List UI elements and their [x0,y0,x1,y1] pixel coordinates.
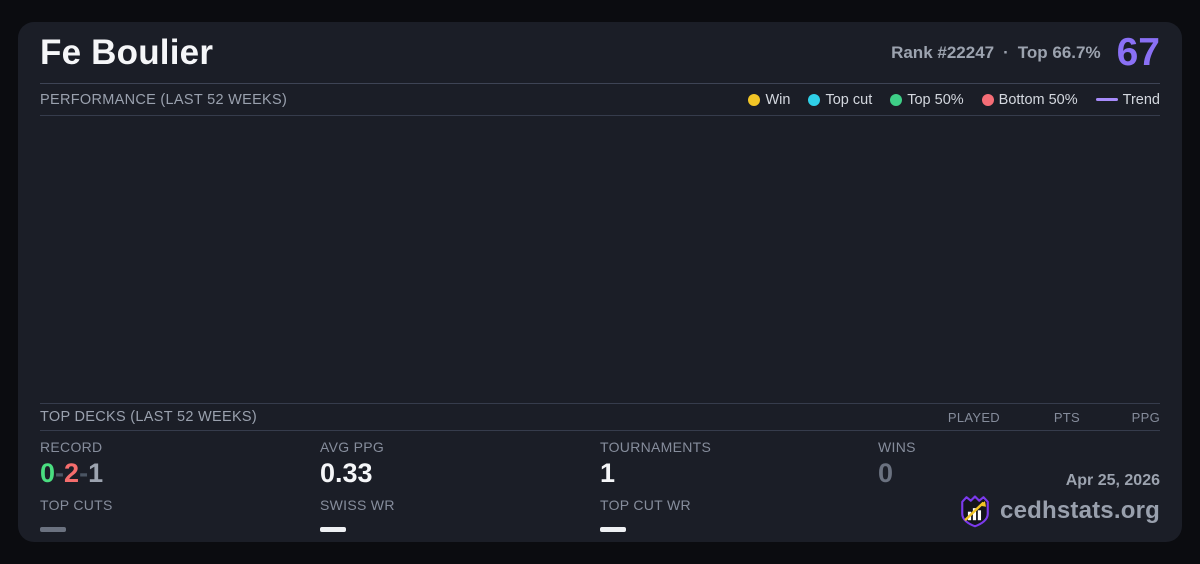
header-rank-area: Rank #22247 · Top 66.7% 67 [891,33,1160,72]
top-50-dot-icon [890,93,903,106]
tournaments-value: 1 [600,458,616,488]
rank-summary: Rank #22247 · Top 66.7% [891,43,1101,63]
brand-name: cedhstats.org [1000,497,1160,524]
stat-label: TOP CUT WR [600,497,691,514]
top-decks-header-row: TOP DECKS (LAST 52 WEEKS) PLAYED PTS PPG [40,404,1160,431]
top-percent: Top 66.7% [1017,42,1101,62]
column-header-pts: PTS [1053,409,1080,425]
stat-label: SWISS WR [320,497,395,514]
player-score: 67 [1116,31,1160,74]
record-value: 0-2-1 [40,458,320,489]
stat-label: RECORD [40,439,103,455]
card-header: Fe Boulier Rank #22247 · Top 66.7% 67 [40,22,1160,84]
record-separator: - [55,458,65,488]
stat-label: WINS [878,439,916,455]
bottom-50-dot-icon [981,93,994,106]
legend-item-win: Win [748,92,790,108]
top-cut-wr-empty-value [600,527,626,533]
legend-label: Trend [1122,91,1160,108]
legend-item-bottom-50: Bottom 50% [981,91,1078,108]
legend-label: Top 50% [907,91,964,108]
stat-label: TOP CUTS [40,497,113,514]
win-dot-icon [748,93,761,106]
page-title: Fe Boulier [40,32,214,72]
avg-ppg-value: 0.33 [320,458,373,488]
player-stats-card: Fe Boulier Rank #22247 · Top 66.7% 67 PE… [18,22,1182,542]
rank-number: Rank #22247 [891,42,995,62]
legend-label: Win [765,91,791,108]
record-losses: 2 [64,458,80,488]
stat-record: RECORD 0-2-1 TOP CUTS [40,439,320,533]
legend-item-trend: Trend [1095,91,1160,108]
legend-label: Top cut [825,91,873,108]
stat-tournaments: TOURNAMENTS 1 TOP CUT WR [600,439,878,533]
top-cuts-empty-value [40,527,66,533]
card-footer: Apr 25, 2026 cedhstats.org [958,472,1160,528]
deck-table-columns: PLAYED PTS PPG [920,410,1160,425]
legend-item-top-50: Top 50% [890,91,964,108]
stat-label: TOURNAMENTS [600,439,712,455]
legend-label: Bottom 50% [998,91,1078,108]
performance-chart-area [40,116,1160,404]
top-decks-section-title: TOP DECKS (LAST 52 WEEKS) [40,409,258,425]
column-header-ppg: PPG [1131,409,1160,425]
top-cut-dot-icon [808,93,821,106]
date-label: Apr 25, 2026 [1065,472,1160,489]
performance-header-row: PERFORMANCE (LAST 52 WEEKS) Win Top cut … [40,84,1160,116]
rank-separator: · [1003,42,1009,62]
record-separator: - [79,458,89,488]
column-header-played: PLAYED [947,409,1000,425]
record-wins: 0 [40,458,56,488]
trend-line-icon [1095,98,1118,101]
stat-label: AVG PPG [320,439,385,455]
stat-avg-ppg: AVG PPG 0.33 SWISS WR [320,439,600,533]
brand: cedhstats.org [958,494,1160,528]
chart-legend: Win Top cut Top 50% Bottom 50% Trend [748,92,1160,108]
record-draws: 1 [88,458,104,488]
cedhstats-logo-icon [961,495,989,528]
performance-section-title: PERFORMANCE (LAST 52 WEEKS) [40,91,288,108]
swiss-wr-empty-value [320,527,346,533]
legend-item-top-cut: Top cut [808,92,872,108]
